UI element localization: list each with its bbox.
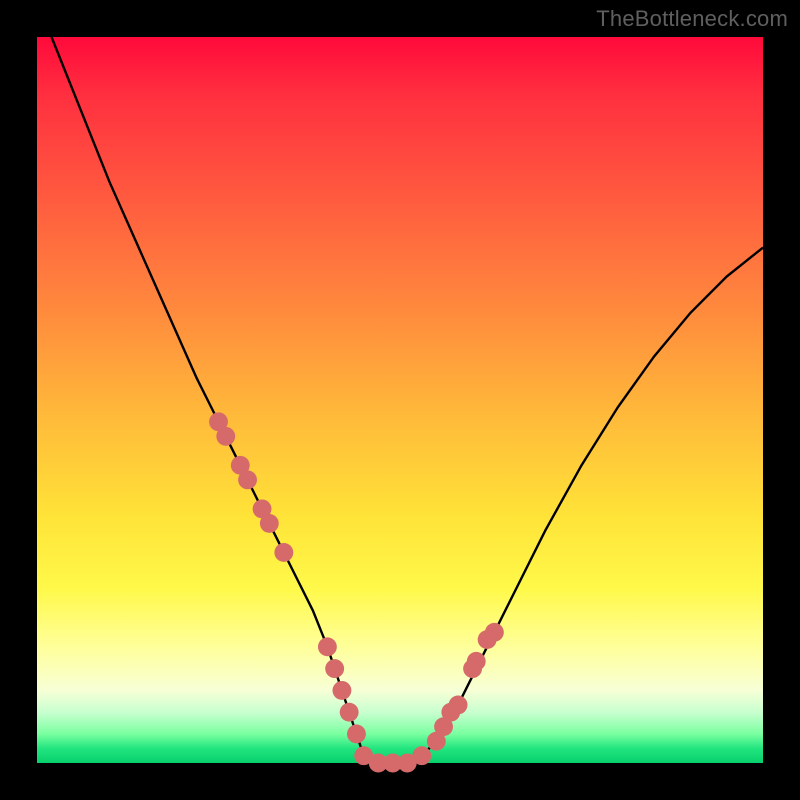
curve-marker (449, 695, 468, 714)
curve-marker (332, 681, 351, 700)
curve-marker (216, 427, 235, 446)
curve-marker (325, 659, 344, 678)
gradient-plot-area (37, 37, 763, 763)
curve-marker (260, 514, 279, 533)
curve-marker (238, 470, 257, 489)
curve-marker (318, 637, 337, 656)
watermark-text: TheBottleneck.com (596, 6, 788, 32)
chart-frame: TheBottleneck.com (0, 0, 800, 800)
bottleneck-curve-svg (37, 37, 763, 763)
curve-marker (412, 746, 431, 765)
curve-marker (467, 652, 486, 671)
curve-marker (485, 623, 504, 642)
curve-marker (274, 543, 293, 562)
curve-marker (347, 725, 366, 744)
curve-marker (340, 703, 359, 722)
bottleneck-curve (52, 37, 763, 763)
curve-markers (209, 412, 504, 772)
